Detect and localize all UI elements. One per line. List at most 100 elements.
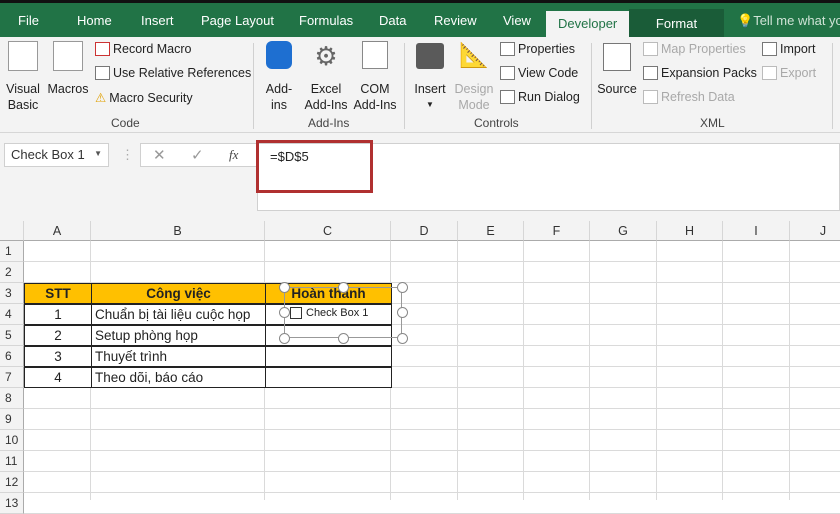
checkbox-square[interactable] bbox=[290, 307, 302, 319]
column-header-g[interactable]: G bbox=[590, 221, 657, 241]
record-icon bbox=[95, 42, 110, 56]
row-header-4[interactable]: 4 bbox=[0, 304, 24, 325]
column-header-h[interactable]: H bbox=[657, 221, 723, 241]
map-properties-button[interactable]: Map Properties bbox=[643, 42, 746, 56]
refresh-data-icon bbox=[643, 90, 658, 104]
row-header-10[interactable]: 10 bbox=[0, 430, 24, 451]
table-cell-task[interactable]: Thuyết trình bbox=[91, 346, 266, 367]
column-header-c[interactable]: C bbox=[265, 221, 391, 241]
refresh-data-button[interactable]: Refresh Data bbox=[643, 90, 735, 104]
column-header-i[interactable]: I bbox=[723, 221, 790, 241]
column-header-a[interactable]: A bbox=[24, 221, 91, 241]
visual-basic-icon bbox=[8, 41, 38, 71]
record-macro-button[interactable]: Record Macro bbox=[95, 42, 192, 56]
row-header-3[interactable]: 3 bbox=[0, 283, 24, 304]
resize-handle[interactable] bbox=[397, 333, 408, 344]
table-cell-task[interactable]: Chuẩn bị tài liệu cuộc họp bbox=[91, 304, 266, 325]
resize-handle[interactable] bbox=[397, 282, 408, 293]
tab-page-layout[interactable]: Page Layout bbox=[201, 13, 274, 28]
tab-view[interactable]: View bbox=[503, 13, 531, 28]
gridline bbox=[589, 241, 590, 500]
row-header-1[interactable]: 1 bbox=[0, 241, 24, 262]
table-cell-done[interactable] bbox=[265, 346, 392, 367]
expansion-packs-button[interactable]: Expansion Packs bbox=[643, 66, 757, 80]
macro-security-button[interactable]: ⚠Macro Security bbox=[95, 90, 193, 105]
table-cell-task[interactable]: Setup phòng họp bbox=[91, 325, 266, 346]
row-header-2[interactable]: 2 bbox=[0, 262, 24, 283]
source-button[interactable]: Source bbox=[596, 41, 638, 97]
use-relative-references-button[interactable]: Use Relative References bbox=[95, 66, 251, 80]
export-button[interactable]: Export bbox=[762, 66, 816, 80]
row-header-5[interactable]: 5 bbox=[0, 325, 24, 346]
ribbon-tabs: File Home Insert Page Layout Formulas Da… bbox=[0, 0, 840, 37]
insert-control-button[interactable]: Insert▼ bbox=[412, 41, 448, 113]
export-icon bbox=[762, 66, 777, 80]
row-header-7[interactable]: 7 bbox=[0, 367, 24, 388]
name-box[interactable]: Check Box 1▼ bbox=[4, 143, 109, 167]
tab-format[interactable]: Format bbox=[629, 9, 724, 40]
resize-handle[interactable] bbox=[279, 282, 290, 293]
com-add-ins-button[interactable]: COMAdd-Ins bbox=[352, 41, 398, 113]
table-cell-stt[interactable]: 2 bbox=[24, 325, 92, 346]
column-header-d[interactable]: D bbox=[391, 221, 458, 241]
gridline bbox=[24, 408, 840, 409]
row-header-9[interactable]: 9 bbox=[0, 409, 24, 430]
separator bbox=[253, 43, 254, 129]
row-header-13[interactable]: 13 bbox=[0, 493, 24, 514]
xml-source-icon bbox=[603, 43, 631, 71]
column-header-b[interactable]: B bbox=[91, 221, 265, 241]
checkbox-control[interactable]: Check Box 1 bbox=[284, 287, 402, 338]
table-cell-stt[interactable]: 3 bbox=[24, 346, 92, 367]
tab-file[interactable]: File bbox=[18, 13, 39, 28]
cancel-icon[interactable]: ✕ bbox=[153, 146, 166, 164]
row-header-6[interactable]: 6 bbox=[0, 346, 24, 367]
tab-review[interactable]: Review bbox=[434, 13, 477, 28]
separator bbox=[404, 43, 405, 129]
gridline bbox=[656, 241, 657, 500]
tab-formulas[interactable]: Formulas bbox=[299, 13, 353, 28]
tab-home[interactable]: Home bbox=[77, 13, 112, 28]
row-header-8[interactable]: 8 bbox=[0, 388, 24, 409]
import-button[interactable]: Import bbox=[762, 42, 815, 56]
enter-icon[interactable]: ✓ bbox=[191, 146, 204, 164]
table-cell-task[interactable]: Theo dõi, báo cáo bbox=[91, 367, 266, 388]
table-header-cell[interactable]: STT bbox=[24, 283, 92, 304]
resize-handle[interactable] bbox=[338, 282, 349, 293]
resize-handle[interactable] bbox=[397, 307, 408, 318]
group-label-add-ins: Add-Ins bbox=[308, 116, 349, 130]
table-cell-stt[interactable]: 4 bbox=[24, 367, 92, 388]
row-header-11[interactable]: 11 bbox=[0, 451, 24, 472]
resize-handle[interactable] bbox=[279, 333, 290, 344]
check-box-1[interactable]: Check Box 1 bbox=[290, 307, 368, 319]
add-ins-button[interactable]: Add-ins bbox=[262, 41, 296, 113]
tab-data[interactable]: Data bbox=[379, 13, 406, 28]
tell-me-search[interactable]: 💡Tell me what you bbox=[737, 13, 840, 29]
view-code-button[interactable]: View Code bbox=[500, 66, 578, 80]
insert-function-icon[interactable]: fx bbox=[229, 147, 238, 163]
excel-add-ins-button[interactable]: ⚙ ExcelAdd-Ins bbox=[302, 41, 350, 113]
formula-buttons: ✕ ✓ fx bbox=[140, 143, 257, 167]
resize-handle[interactable] bbox=[338, 333, 349, 344]
select-all-button[interactable] bbox=[0, 221, 24, 241]
visual-basic-button[interactable]: Visual Basic bbox=[4, 41, 42, 113]
dropdown-arrow-icon: ▼ bbox=[412, 97, 448, 113]
table-cell-done[interactable] bbox=[265, 367, 392, 388]
dropdown-arrow-icon[interactable]: ▼ bbox=[94, 149, 102, 158]
design-mode-button[interactable]: 📐 DesignMode bbox=[452, 41, 496, 113]
drag-handle-icon[interactable]: ⋮ bbox=[121, 147, 134, 163]
column-header-f[interactable]: F bbox=[524, 221, 590, 241]
table-header-cell[interactable]: Công việc bbox=[91, 283, 266, 304]
column-header-e[interactable]: E bbox=[458, 221, 524, 241]
properties-button[interactable]: Properties bbox=[500, 42, 575, 56]
tab-insert[interactable]: Insert bbox=[141, 13, 174, 28]
column-header-j[interactable]: J bbox=[790, 221, 840, 241]
highlight-box bbox=[256, 140, 373, 193]
tab-developer[interactable]: Developer bbox=[546, 11, 629, 40]
table-cell-stt[interactable]: 1 bbox=[24, 304, 92, 325]
lightbulb-icon: 💡 bbox=[737, 13, 753, 28]
resize-handle[interactable] bbox=[279, 307, 290, 318]
row-header-12[interactable]: 12 bbox=[0, 472, 24, 493]
run-dialog-button[interactable]: Run Dialog bbox=[500, 90, 580, 104]
map-properties-icon bbox=[643, 42, 658, 56]
macros-button[interactable]: Macros bbox=[46, 41, 90, 97]
